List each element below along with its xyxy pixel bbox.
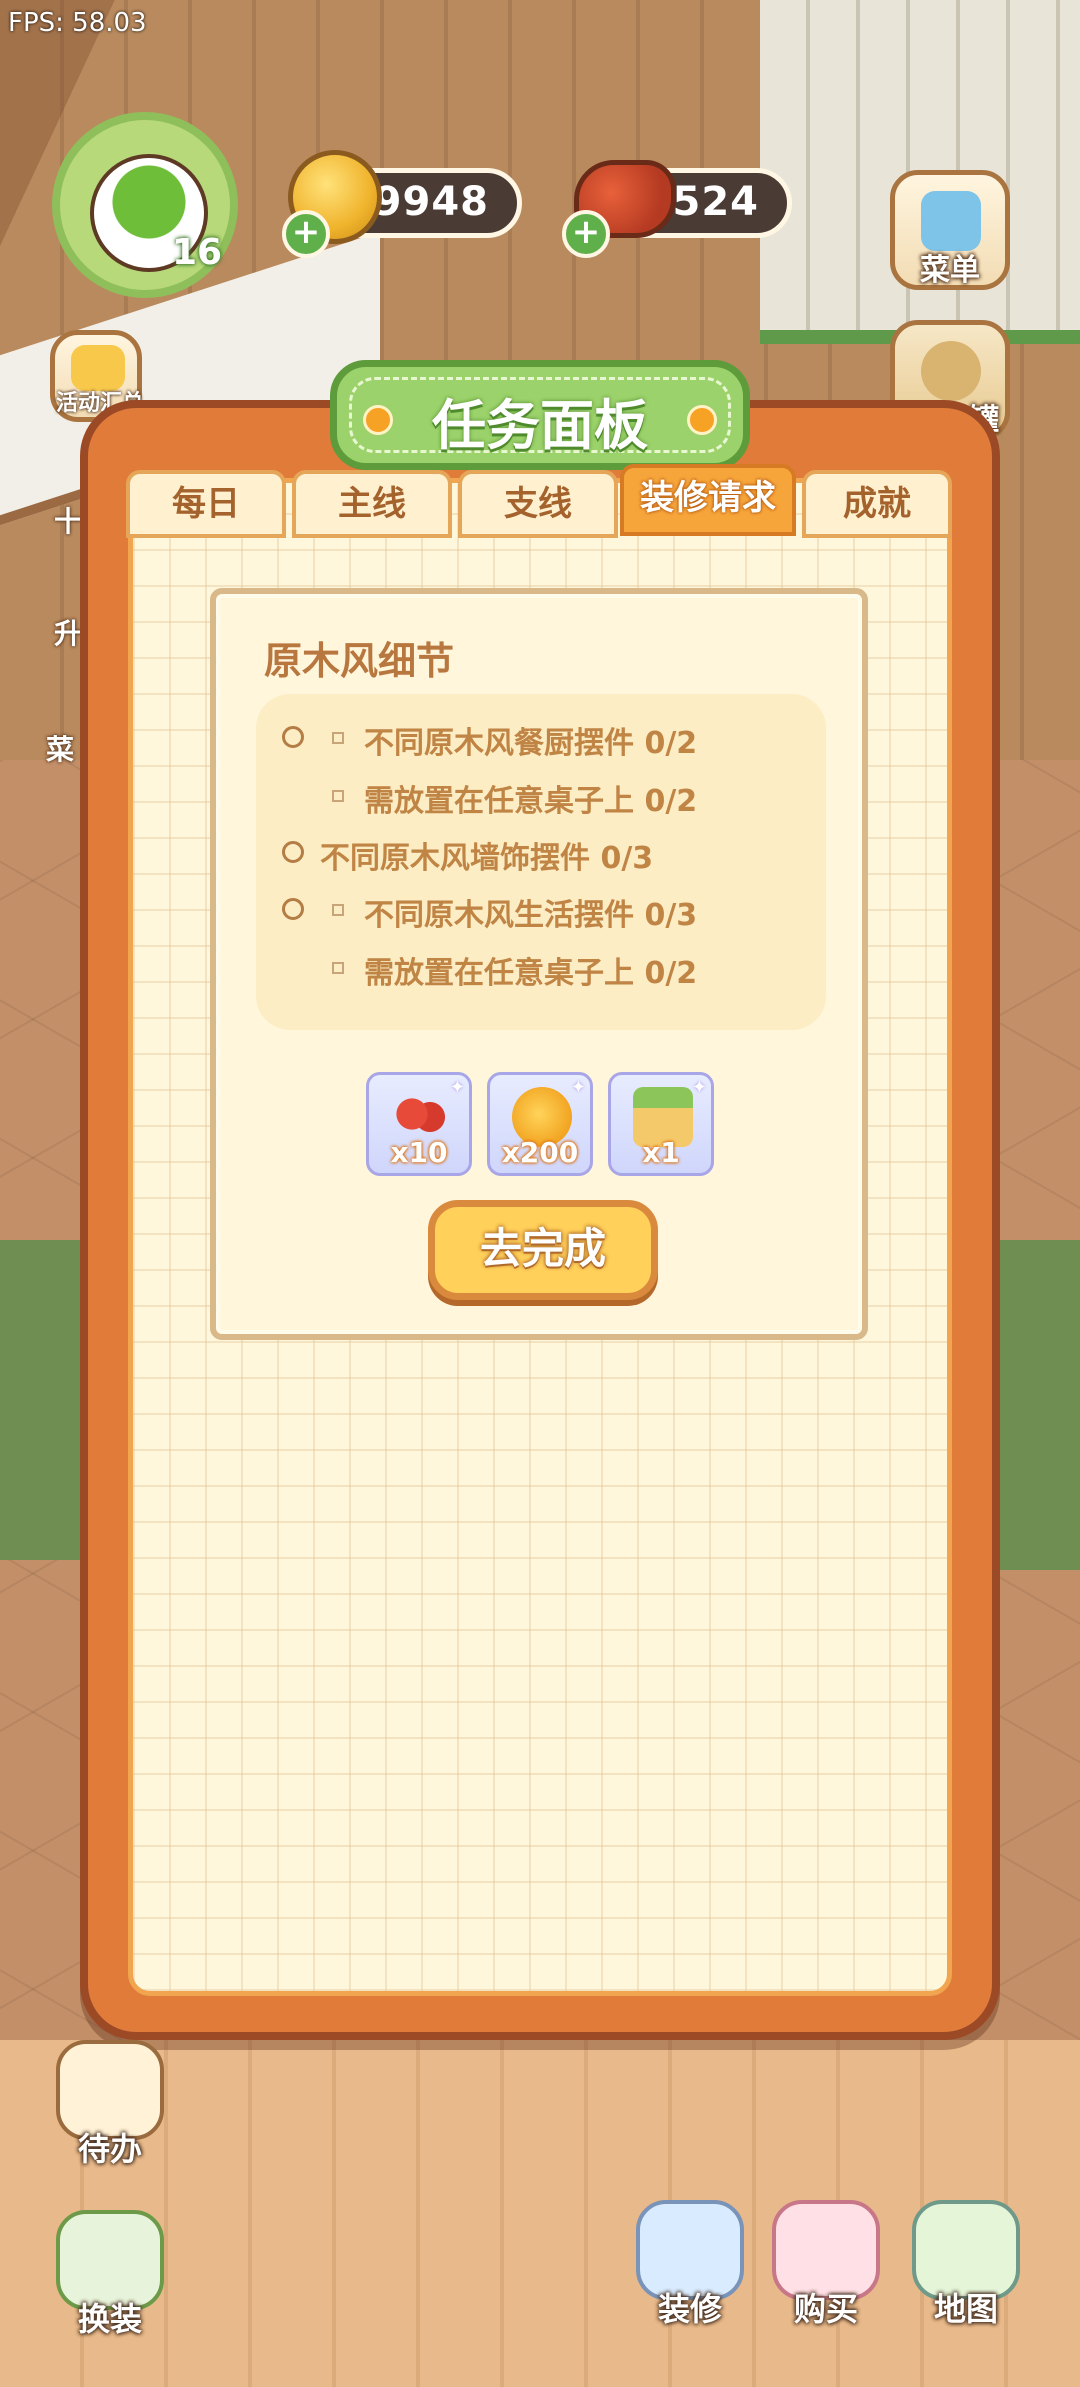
requirement-bullet-2 (332, 790, 344, 802)
tab-side[interactable]: 支线 (458, 470, 618, 538)
player-level: 16 (172, 232, 223, 273)
todo-button[interactable]: 待办 (50, 2040, 170, 2168)
requirement-bullet-5 (332, 962, 344, 974)
requirements-box: 不同原木风餐厨摆件 0/2 需放置在任意桌子上 0/2 不同原木风墙饰摆件 0/… (256, 694, 826, 1030)
task-panel-title-banner: 任务面板 (330, 360, 750, 470)
reward-gold-coins[interactable]: ✦ x200 (487, 1072, 593, 1176)
todo-label: 待办 (77, 2130, 142, 2168)
requirement-3: 不同原木风墙饰摆件 0/3 (320, 841, 654, 876)
decorate-button[interactable]: 装修 (630, 2200, 750, 2328)
map-button[interactable]: 地图 (906, 2200, 1026, 2328)
dress-up-button[interactable]: 换装 (50, 2210, 170, 2338)
coin-value: 9948 (373, 179, 489, 225)
requirement-radio-4 (282, 898, 304, 920)
requirement-radio-3 (282, 841, 304, 863)
requirement-4: 不同原木风生活摆件 0/3 (364, 898, 698, 933)
sparkle-icon: ✦ (570, 1077, 586, 1098)
go-complete-label: 去完成 (479, 1224, 606, 1273)
task-title: 原木风细节 (264, 639, 455, 683)
menu-button[interactable]: 菜单 (890, 170, 1010, 290)
left-menu-item-3[interactable]: 升 (54, 612, 82, 652)
grass-patch-left (0, 1240, 90, 1560)
shop-button[interactable]: 购买 (766, 2200, 886, 2328)
add-meat-button[interactable]: + (562, 210, 610, 258)
tab-decoration-request[interactable]: 装修请求 (620, 464, 796, 536)
reward-qty-3: x1 (642, 1136, 680, 1169)
jar-icon (921, 341, 981, 401)
tab-daily[interactable]: 每日 (126, 470, 286, 538)
reward-gift-box[interactable]: ✦ x1 (608, 1072, 714, 1176)
requirement-5: 需放置在任意桌子上 0/2 (364, 956, 698, 991)
tab-main[interactable]: 主线 (292, 470, 452, 538)
requirement-2: 需放置在任意桌子上 0/2 (364, 784, 698, 819)
dress-up-label: 换装 (77, 2300, 142, 2338)
menu-list-icon (921, 191, 981, 251)
requirement-bullet-1 (332, 732, 344, 744)
left-menu-item-4[interactable]: 菜 (46, 728, 74, 768)
task-card: 原木风细节 不同原木风餐厨摆件 0/2 需放置在任意桌子上 0/2 不同原木风墙… (210, 588, 868, 1340)
sparkle-icon: ✦ (691, 1077, 707, 1098)
requirement-radio-1 (282, 726, 304, 748)
task-tabs: 每日 主线 支线 装修请求 成就 (120, 464, 960, 538)
shop-label: 购买 (793, 2290, 858, 2328)
go-complete-button[interactable]: 去完成 (428, 1200, 658, 1300)
sparkle-icon: ✦ (449, 1077, 465, 1098)
requirement-bullet-4 (332, 904, 344, 916)
tab-achievements[interactable]: 成就 (802, 470, 952, 538)
fps-counter: FPS: 58.03 (8, 8, 147, 38)
reward-qty-2: x200 (501, 1136, 579, 1169)
reward-cherry[interactable]: ✦ x10 (366, 1072, 472, 1176)
grass-patch-right (990, 1240, 1080, 1570)
menu-label: 菜单 (920, 253, 980, 288)
add-coins-button[interactable]: + (282, 210, 330, 258)
task-panel-title: 任务面板 (432, 394, 648, 457)
map-label: 地图 (933, 2290, 998, 2328)
left-menu-item-2[interactable]: 十 (54, 500, 82, 540)
reward-qty-1: x10 (390, 1136, 448, 1169)
requirement-1: 不同原木风餐厨摆件 0/2 (364, 726, 698, 761)
decorate-label: 装修 (657, 2290, 722, 2328)
